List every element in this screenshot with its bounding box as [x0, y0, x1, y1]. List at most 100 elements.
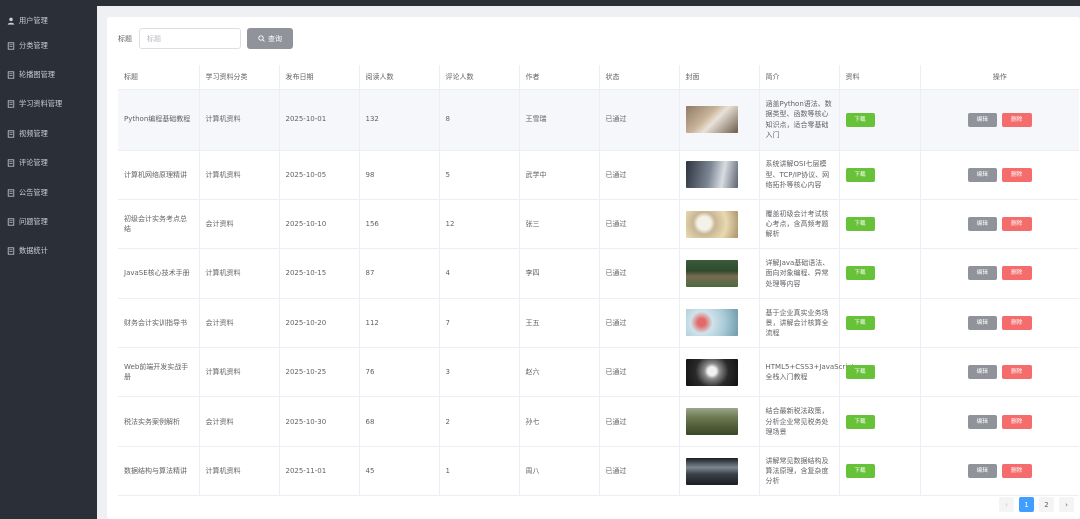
cell-intro: 覆盖初级会计考试核心考点，含高频考题解析	[759, 199, 840, 250]
title-search-input[interactable]	[139, 28, 241, 49]
edit-button[interactable]: 编辑	[967, 365, 997, 380]
column-header: 学习资料分类	[199, 65, 280, 90]
table-row: JavaSE核心技术手册 计算机资料 2025-10-15 87 4 李四 已通过 详解Jav…	[118, 248, 1079, 299]
sidebar-item-label: 问题管理	[19, 217, 48, 227]
page-2-button[interactable]: 2	[1039, 497, 1054, 512]
column-header: 发布日期	[279, 65, 360, 90]
edit-button[interactable]: 编辑	[967, 112, 997, 127]
table-row: 税法实务案例解析 会计资料 2025-10-30 68 2 孙七 已通过 结合最新税法政策，分…	[118, 396, 1079, 447]
download-button[interactable]: 下载	[845, 217, 875, 232]
sidebar-item-4[interactable]: 视频管理	[0, 119, 97, 148]
cell-date: 2025-11-01	[279, 446, 360, 497]
edit-button[interactable]: 编辑	[967, 167, 997, 182]
cell-title: Web前端开发实战手册	[118, 347, 200, 398]
delete-button[interactable]: 删除	[1001, 315, 1032, 330]
cell-cover	[679, 199, 760, 250]
delete-button[interactable]: 删除	[1001, 365, 1032, 380]
search-button[interactable]: 查询	[247, 28, 293, 49]
next-page-button[interactable]: ›	[1059, 497, 1074, 512]
download-button[interactable]: 下载	[845, 464, 875, 479]
page-1-button[interactable]: 1	[1019, 497, 1034, 512]
delete-button[interactable]: 删除	[1001, 414, 1032, 429]
cell-download: 下载	[839, 199, 921, 250]
cell-status: 已通过	[599, 396, 680, 447]
cell-actions: 编辑 删除	[920, 298, 1079, 349]
cell-status: 已通过	[599, 248, 680, 299]
table-header-row: 标题 学习资料分类 发布日期 阅读人数 评论人数 作者 状态 封面 简介 资料 操作	[118, 65, 1079, 90]
cell-title: 计算机网络原理精讲	[118, 150, 200, 200]
wheat-field-photo	[685, 408, 738, 436]
cell-title: 财务会计实训指导书	[118, 298, 200, 349]
table-row: 计算机网络原理精讲 计算机资料 2025-10-05 98 5 武学中 已通过 系统讲解OSI…	[118, 150, 1079, 200]
cell-reads: 98	[359, 150, 440, 200]
sidebar-item-6[interactable]: 公告管理	[0, 178, 97, 207]
document-icon	[6, 41, 15, 50]
table-row: 初级会计实务考点总结 会计资料 2025-10-10 156 12 张三 已通过 覆盖初级会计…	[118, 199, 1079, 250]
cell-status: 已通过	[599, 446, 680, 497]
cell-reads: 76	[359, 347, 440, 398]
cell-status: 已通过	[599, 89, 680, 151]
document-icon	[6, 188, 15, 197]
cell-comments: 2	[439, 396, 520, 447]
cell-category: 会计资料	[199, 298, 280, 349]
cell-reads: 45	[359, 446, 440, 497]
delete-button[interactable]: 删除	[1001, 266, 1032, 281]
cell-date: 2025-10-15	[279, 248, 360, 299]
document-icon	[6, 159, 15, 168]
download-button[interactable]: 下载	[845, 365, 875, 380]
cell-date: 2025-10-05	[279, 150, 360, 200]
sidebar-item-8[interactable]: 数据统计	[0, 237, 97, 266]
cell-title: JavaSE核心技术手册	[118, 248, 200, 299]
road-landscape-photo	[685, 457, 738, 485]
column-header: 封面	[679, 65, 760, 90]
sidebar-item-5[interactable]: 评论管理	[0, 149, 97, 178]
search-label: 标题	[118, 34, 132, 43]
cell-date: 2025-10-25	[279, 347, 360, 398]
cell-actions: 编辑 删除	[920, 396, 1079, 447]
sidebar-item-1[interactable]: 分类管理	[0, 31, 97, 60]
cell-intro: 结合最新税法政策，分析企业常见税务处理场景	[759, 396, 840, 447]
pagination: ‹ 1 2 ›	[999, 497, 1074, 512]
download-button[interactable]: 下载	[845, 112, 875, 127]
edit-button[interactable]: 编辑	[967, 464, 997, 479]
document-icon	[6, 247, 15, 256]
download-button[interactable]: 下载	[845, 315, 875, 330]
sidebar-item-2[interactable]: 轮播图管理	[0, 60, 97, 89]
delete-button[interactable]: 删除	[1001, 217, 1032, 232]
sidebar-item-label: 视频管理	[19, 128, 48, 138]
edit-button[interactable]: 编辑	[967, 266, 997, 281]
sidebar-item-3[interactable]: 学习资料管理	[0, 90, 97, 119]
table-body: Python编程基础教程 计算机资料 2025-10-01 132 8 王雪瑞 已通过 涵盖P…	[118, 89, 1079, 497]
sidebar: 用户管理 分类管理轮播图管理学习资料管理视频管理评论管理 公告管理问题管理数据统计	[0, 0, 97, 519]
cell-status: 已通过	[599, 150, 680, 200]
sidebar-item-0[interactable]: 用户管理	[0, 11, 97, 31]
sidebar-item-7[interactable]: 问题管理	[0, 207, 97, 236]
delete-button[interactable]: 删除	[1001, 464, 1032, 479]
cell-comments: 12	[439, 199, 520, 250]
cell-reads: 112	[359, 298, 440, 349]
cell-title: 初级会计实务考点总结	[118, 199, 200, 250]
cell-download: 下载	[839, 396, 921, 447]
cell-download: 下载	[839, 446, 921, 497]
prev-page-button[interactable]: ‹	[999, 497, 1014, 512]
cell-category: 计算机资料	[199, 150, 280, 200]
cell-author: 赵六	[519, 347, 600, 398]
cell-title: Python编程基础教程	[118, 89, 200, 151]
delete-button[interactable]: 删除	[1001, 112, 1032, 127]
cell-category: 计算机资料	[199, 347, 280, 398]
download-button[interactable]: 下载	[845, 167, 875, 182]
cell-title: 数据结构与算法精讲	[118, 446, 200, 497]
edit-button[interactable]: 编辑	[967, 315, 997, 330]
edit-button[interactable]: 编辑	[967, 414, 997, 429]
main-card: 标题 查询 标题学习资料分类发布日期阅读人数评论人数作者状态封面简介资料操作 P…	[107, 17, 1080, 519]
cell-author: 武学中	[519, 150, 600, 200]
delete-button[interactable]: 删除	[1001, 167, 1032, 182]
column-header: 作者	[519, 65, 600, 90]
edit-button[interactable]: 编辑	[967, 217, 997, 232]
download-button[interactable]: 下载	[845, 414, 875, 429]
sidebar-item-label: 轮播图管理	[19, 70, 55, 80]
cell-intro: 讲解常见数据结构及算法原理，含复杂度分析	[759, 446, 840, 497]
cell-comments: 5	[439, 150, 520, 200]
download-button[interactable]: 下载	[845, 266, 875, 281]
column-header: 简介	[759, 65, 840, 90]
